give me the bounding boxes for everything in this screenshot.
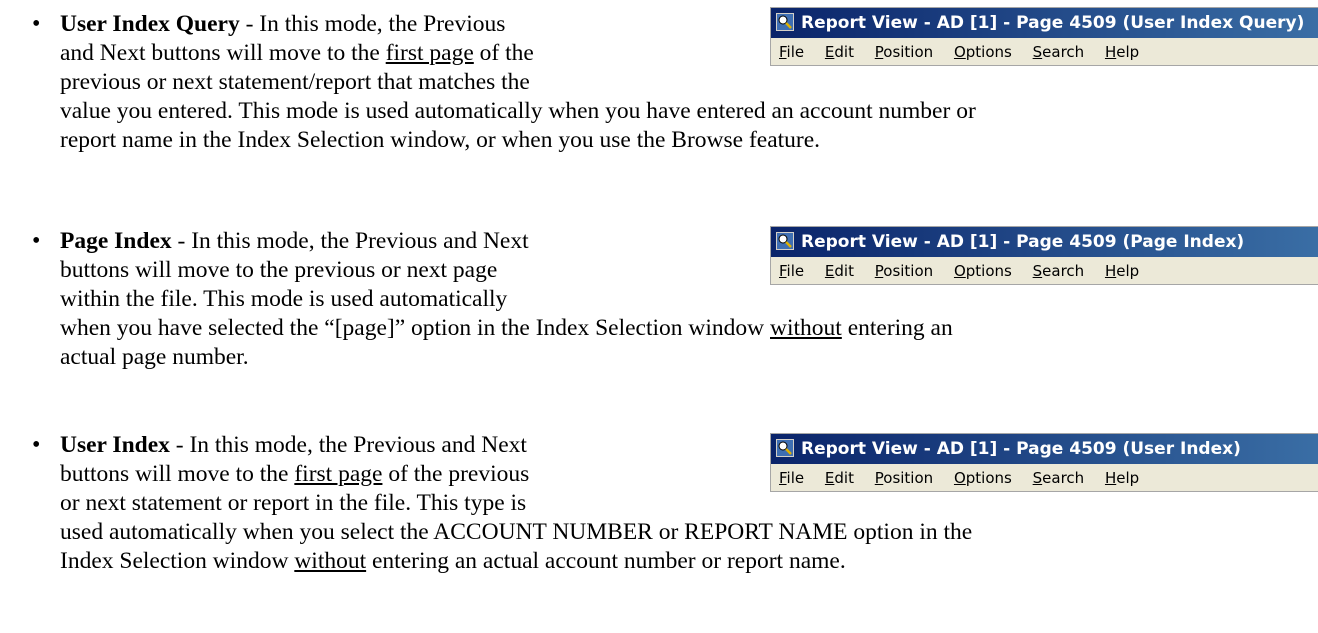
window-titlebar[interactable]: Report View - AD [1] - Page 4509 (User I…	[771, 434, 1318, 464]
emphasis-first-page: first page	[294, 461, 383, 487]
menu-options[interactable]: Options	[946, 38, 1020, 65]
menu-help[interactable]: Help	[1097, 38, 1147, 65]
menu-file[interactable]: File	[771, 257, 812, 284]
bullet-marker: •	[32, 11, 41, 37]
window-title: Report View - AD [1] - Page 4509 (User I…	[801, 439, 1241, 459]
emphasis-first-page: first page	[385, 40, 474, 66]
item-continuation: value you entered. This mode is used aut…	[60, 98, 976, 153]
item-intro: User Index Query - In this mode, the Pre…	[60, 11, 534, 95]
item-intro: User Index - In this mode, the Previous …	[60, 432, 530, 516]
report-view-window-snippet: Report View - AD [1] - Page 4509 (User I…	[770, 433, 1318, 492]
menu-help[interactable]: Help	[1097, 464, 1147, 491]
report-view-window-snippet: Report View - AD [1] - Page 4509 (User I…	[770, 7, 1318, 66]
bullet-item-user-index: • User Index - In this mode, the Previou…	[0, 431, 1318, 631]
menu-bar: File Edit Position Options Search Help	[771, 38, 1318, 65]
menu-edit[interactable]: Edit	[817, 257, 862, 284]
window-title: Report View - AD [1] - Page 4509 (Page I…	[801, 232, 1245, 252]
menu-file[interactable]: File	[771, 38, 812, 65]
bullet-item-user-index-query: • User Index Query - In this mode, the P…	[0, 7, 1318, 210]
bullet-marker: •	[32, 228, 41, 254]
report-view-app-icon	[776, 439, 794, 457]
menu-position[interactable]: Position	[867, 257, 941, 284]
item-heading: User Index Query	[60, 11, 240, 37]
menu-options[interactable]: Options	[946, 257, 1020, 284]
item-continuation: used automatically when you select the A…	[60, 519, 973, 574]
menu-edit[interactable]: Edit	[817, 464, 862, 491]
report-view-app-icon	[776, 232, 794, 250]
report-view-app-icon	[776, 13, 794, 31]
menu-options[interactable]: Options	[946, 464, 1020, 491]
bullet-marker: •	[32, 432, 41, 458]
menu-bar: File Edit Position Options Search Help	[771, 464, 1318, 491]
item-intro: Page Index - In this mode, the Previous …	[60, 228, 529, 312]
menu-search[interactable]: Search	[1025, 38, 1093, 65]
report-view-window-snippet: Report View - AD [1] - Page 4509 (Page I…	[770, 226, 1318, 285]
menu-bar: File Edit Position Options Search Help	[771, 257, 1318, 284]
item-continuation: when you have selected the “[page]” opti…	[60, 315, 953, 370]
menu-search[interactable]: Search	[1025, 464, 1093, 491]
emphasis-without: without	[294, 548, 367, 574]
menu-edit[interactable]: Edit	[817, 38, 862, 65]
item-heading: User Index	[60, 432, 170, 458]
menu-help[interactable]: Help	[1097, 257, 1147, 284]
item-heading: Page Index	[60, 228, 172, 254]
menu-position[interactable]: Position	[867, 38, 941, 65]
window-titlebar[interactable]: Report View - AD [1] - Page 4509 (Page I…	[771, 227, 1318, 257]
bullet-item-page-index: • Page Index - In this mode, the Previou…	[0, 226, 1318, 417]
emphasis-without: without	[770, 315, 842, 341]
menu-search[interactable]: Search	[1025, 257, 1093, 284]
menu-position[interactable]: Position	[867, 464, 941, 491]
menu-file[interactable]: File	[771, 464, 812, 491]
window-titlebar[interactable]: Report View - AD [1] - Page 4509 (User I…	[771, 8, 1318, 38]
window-title: Report View - AD [1] - Page 4509 (User I…	[801, 13, 1305, 33]
